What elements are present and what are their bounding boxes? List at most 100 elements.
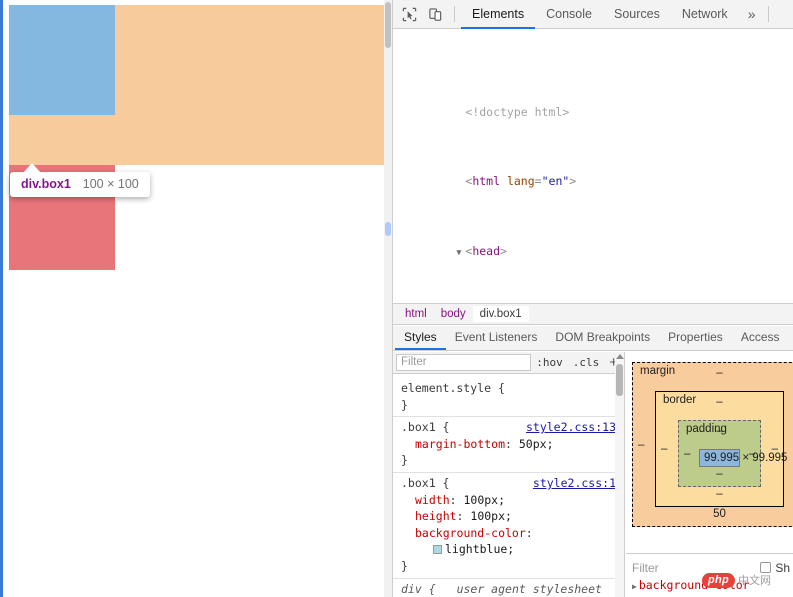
styles-filter-row: Filter :hov .cls + bbox=[393, 352, 624, 374]
dom-line-meta-charset[interactable]: <metacharset="UTF-8"> bbox=[393, 295, 793, 301]
box-model-padding-left[interactable]: – bbox=[684, 448, 690, 460]
box-model-margin-left[interactable]: – bbox=[638, 439, 644, 451]
inspect-cursor-icon[interactable] bbox=[396, 1, 422, 27]
css-rule-box1-margin[interactable]: .box1 {style2.css:13 margin-bottom: 50px… bbox=[393, 417, 624, 473]
inspector-tooltip: div.box1 100 × 100 bbox=[10, 172, 150, 197]
box-model-padding[interactable]: padding – – – 99.995 × 99.995 – bbox=[678, 420, 787, 487]
close-brace: } bbox=[401, 453, 408, 468]
tab-console[interactable]: Console bbox=[535, 0, 603, 29]
tab-elements[interactable]: Elements bbox=[461, 0, 536, 29]
dom-tag-html: html bbox=[472, 174, 501, 189]
box-model-border[interactable]: border – – – padding – – – 99.995 × 99.9… bbox=[655, 391, 787, 507]
scroll-up-arrow-icon[interactable] bbox=[616, 354, 624, 359]
toolbar-divider-end bbox=[768, 6, 770, 22]
breadcrumb: html body div.box1 bbox=[393, 303, 793, 325]
devtools-screenshot: div.box1 100 × 100 Elements Console Sour… bbox=[0, 0, 793, 597]
rule-selector[interactable]: div bbox=[401, 582, 422, 596]
css-rule-box1-base[interactable]: .box1 {style2.css:1 width: 100px; height… bbox=[393, 473, 624, 579]
tab-sources[interactable]: Sources bbox=[603, 0, 671, 29]
tab-properties[interactable]: Properties bbox=[659, 326, 732, 350]
page-scrollbar[interactable] bbox=[384, 0, 392, 597]
styles-tab-strip: Styles Event Listeners DOM Breakpoints P… bbox=[393, 326, 793, 351]
styles-scrollbar-thumb[interactable] bbox=[616, 364, 623, 396]
tooltip-selector: div.box1 bbox=[21, 177, 71, 191]
rule-source-link[interactable]: style2.css:13 bbox=[526, 419, 624, 436]
css-rule-element-style[interactable]: element.style { } bbox=[393, 378, 624, 418]
open-brace: { bbox=[435, 420, 450, 435]
dom-attr-lang: lang bbox=[500, 174, 535, 189]
rule-selector[interactable]: .box1 bbox=[401, 420, 436, 434]
page-scrollbar-marker bbox=[385, 222, 391, 236]
open-brace: { bbox=[435, 475, 450, 490]
css-prop-background-color[interactable]: background-color bbox=[415, 526, 526, 540]
box-model-column: margin – – – border – – – padding – bbox=[626, 352, 793, 597]
dom-doctype-text: <!doctype html> bbox=[465, 104, 570, 119]
dom-val-en: "en" bbox=[541, 174, 570, 189]
css-rule-ua-div[interactable]: div { user agent stylesheet bbox=[393, 579, 624, 597]
box-model-border-bottom[interactable]: – bbox=[662, 487, 777, 502]
box-model-border-left[interactable]: – bbox=[661, 443, 667, 455]
device-toolbar-icon[interactable] bbox=[422, 1, 448, 27]
color-swatch-icon[interactable] bbox=[433, 545, 442, 555]
box-model-margin[interactable]: margin – – – border – – – padding – bbox=[632, 362, 793, 527]
site-watermark: php 中文网 bbox=[702, 572, 771, 588]
dom-line-head[interactable]: ▼ <head> bbox=[393, 225, 793, 258]
breadcrumb-item-html[interactable]: html bbox=[398, 306, 434, 322]
tab-network[interactable]: Network bbox=[671, 0, 739, 29]
css-prop-height[interactable]: height bbox=[415, 509, 457, 523]
styles-filter-input[interactable]: Filter bbox=[396, 354, 532, 371]
devtools-panel: Elements Console Sources Network » <!doc… bbox=[392, 0, 793, 597]
hov-button[interactable]: :hov bbox=[531, 356, 568, 369]
styles-scrollbar[interactable] bbox=[615, 352, 624, 597]
eq: = bbox=[534, 174, 542, 189]
rule-source-link[interactable]: style2.css:1 bbox=[533, 475, 624, 492]
toolbar-divider bbox=[454, 6, 455, 22]
show-all-label: Sh bbox=[775, 560, 790, 575]
rule-selector[interactable]: .box1 bbox=[401, 476, 436, 490]
dom-line-html[interactable]: <html lang="en"> bbox=[393, 156, 793, 188]
dom-tag-head: head bbox=[472, 243, 501, 258]
page-scrollbar-thumb[interactable] bbox=[385, 2, 391, 48]
box-model-diagram: margin – – – border – – – padding – bbox=[626, 352, 793, 527]
css-prop-width[interactable]: width bbox=[415, 493, 450, 507]
viewport-left-edge bbox=[0, 0, 3, 597]
breadcrumb-item-body[interactable]: body bbox=[434, 306, 473, 322]
box-model-content-size[interactable]: 99.995 × 99.995 bbox=[699, 449, 787, 467]
devtools-toolbar: Elements Console Sources Network » bbox=[393, 0, 793, 29]
box-model-border-label: border bbox=[663, 394, 697, 406]
tab-styles[interactable]: Styles bbox=[395, 326, 446, 350]
close-brace: } bbox=[401, 558, 408, 573]
box-model-margin-bottom[interactable]: 50 bbox=[639, 507, 793, 522]
styles-pane: Filter :hov .cls + element.style { } .bo… bbox=[393, 352, 793, 597]
css-prop-margin-bottom[interactable]: margin-bottom bbox=[415, 437, 505, 451]
more-tabs-icon[interactable]: » bbox=[739, 0, 765, 29]
dom-line-doctype[interactable]: <!doctype html> bbox=[393, 86, 793, 119]
open-brace: { bbox=[491, 381, 505, 395]
ua-stylesheet-label: user agent stylesheet bbox=[456, 581, 602, 596]
tab-dom-breakpoints[interactable]: DOM Breakpoints bbox=[546, 326, 659, 350]
rule-selector[interactable]: element.style bbox=[401, 381, 491, 395]
open-brace: { bbox=[421, 581, 443, 596]
css-val-width[interactable]: 100px; bbox=[463, 493, 505, 507]
devtools-tab-strip: Elements Console Sources Network bbox=[461, 0, 739, 29]
watermark-badge: php bbox=[702, 572, 736, 588]
cls-button[interactable]: .cls bbox=[568, 356, 605, 369]
breadcrumb-item-div-box1[interactable]: div.box1 bbox=[472, 306, 529, 322]
expand-triangle-icon[interactable]: ▶ bbox=[632, 582, 637, 591]
gt: > bbox=[569, 174, 577, 189]
css-val-height[interactable]: 100px; bbox=[470, 509, 512, 523]
tooltip-dimensions: 100 × 100 bbox=[82, 177, 139, 191]
tab-accessibility[interactable]: Access bbox=[732, 326, 789, 350]
tab-event-listeners[interactable]: Event Listeners bbox=[446, 326, 547, 350]
div-box1-element[interactable] bbox=[9, 5, 115, 115]
watermark-text: 中文网 bbox=[738, 575, 772, 587]
box-model-padding-right[interactable]: – bbox=[749, 448, 755, 460]
box-model-padding-bottom[interactable]: – bbox=[685, 467, 754, 482]
css-val-margin-bottom[interactable]: 50px; bbox=[519, 437, 554, 451]
dom-tree[interactable]: <!doctype html> <html lang="en"> ▼ <head>… bbox=[393, 30, 793, 301]
close-brace: } bbox=[401, 397, 408, 412]
css-val-background-color[interactable]: lightblue; bbox=[445, 542, 514, 556]
css-rules-list: element.style { } .box1 { style2.css:13 m… bbox=[393, 374, 624, 597]
page-viewport[interactable]: div.box1 100 × 100 bbox=[0, 0, 392, 597]
css-rules-column: Filter :hov .cls + element.style { } .bo… bbox=[393, 352, 625, 597]
